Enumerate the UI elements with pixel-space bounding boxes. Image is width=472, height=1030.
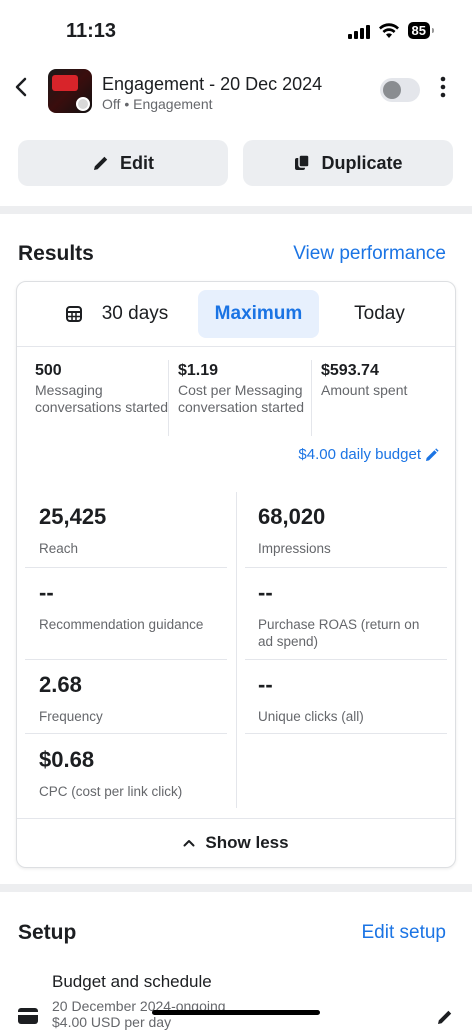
edit-button[interactable]: Edit (18, 140, 228, 186)
setup-item-budget: $4.00 USD per day (52, 1014, 172, 1030)
metric-label: Amount spent (321, 382, 408, 398)
duplicate-icon (295, 154, 311, 170)
calendar-icon (65, 306, 82, 322)
more-vertical-icon[interactable] (440, 76, 446, 103)
status-time: 11:13 (66, 20, 117, 42)
metric-label: Impressions (258, 541, 331, 556)
metric-value: 68,020 (258, 504, 326, 529)
show-less-button[interactable]: Show less (17, 818, 455, 867)
edit-setup-link[interactable]: Edit setup (362, 922, 447, 944)
metric-impressions: 68,020 Impressions (258, 504, 458, 557)
campaign-title: Engagement - 20 Dec 2024 (102, 74, 323, 94)
metric-value: -- (39, 580, 54, 605)
metric-value: $0.68 (39, 747, 95, 772)
range-divider (17, 346, 455, 347)
battery-indicator: 85 (407, 22, 435, 39)
metric-label: Cost per Messaging conversation started (178, 382, 305, 415)
setup-title: Setup (18, 921, 77, 944)
status-dot (76, 97, 90, 111)
pencil-icon (94, 156, 108, 170)
top-metric: $593.74 Amount spent (321, 362, 456, 399)
row-divider (245, 733, 447, 734)
campaign-subtitle: Off • Engagement (102, 96, 213, 112)
budget-schedule-item[interactable]: Budget and schedule 20 December 2024-ong… (52, 972, 226, 1030)
metric-label: Reach (39, 541, 79, 556)
back-chevron-icon[interactable] (14, 76, 28, 102)
campaign-thumbnail[interactable] (48, 69, 92, 113)
metric-value: 2.68 (39, 672, 82, 697)
metric-label: CPC (cost per link click) (39, 784, 183, 799)
section-divider (0, 206, 472, 214)
metric-value: $1.19 (178, 362, 219, 379)
results-title: Results (18, 242, 94, 265)
duplicate-button[interactable]: Duplicate (243, 140, 453, 186)
chevron-up-icon (183, 840, 195, 847)
pencil-icon (426, 447, 439, 461)
metric-value: -- (258, 580, 273, 605)
range-maximum[interactable]: Maximum (198, 290, 319, 338)
range-30-days[interactable]: 30 days (37, 290, 197, 338)
metric-unique-clicks: -- Unique clicks (all) (258, 672, 458, 725)
signal-icon (347, 23, 370, 39)
metric-label: Unique clicks (all) (258, 709, 364, 724)
metric-value: $593.74 (321, 362, 379, 379)
metric-label: Purchase ROAS (return on ad spend) (258, 617, 420, 649)
metric-cpc: $0.68 CPC (cost per link click) (39, 747, 239, 800)
range-today[interactable]: Today (327, 290, 432, 338)
campaign-objective: Engagement (133, 96, 213, 112)
row-divider (25, 567, 227, 568)
edit-button-label: Edit (120, 152, 154, 173)
row-divider (245, 659, 447, 660)
metric-separator (168, 360, 169, 436)
show-less-label: Show less (205, 833, 289, 852)
metric-label: Frequency (39, 709, 103, 724)
campaign-header: Engagement - 20 Dec 2024 Off • Engagemen… (0, 64, 472, 120)
results-card: 30 days Maximum Today 500 Messaging conv… (16, 281, 456, 868)
top-metric: 500 Messaging conversations started (35, 362, 170, 416)
daily-budget-link[interactable]: $4.00 daily budget (298, 446, 439, 463)
subtitle-separator: • (124, 96, 130, 112)
metric-frequency: 2.68 Frequency (39, 672, 239, 725)
metric-value: 500 (35, 362, 62, 379)
row-divider (245, 567, 447, 568)
metric-purchase-roas: -- Purchase ROAS (return on ad spend) (258, 580, 438, 650)
date-range-selector: 30 days Maximum Today (17, 282, 455, 346)
range-30-days-label: 30 days (101, 303, 169, 324)
daily-budget-label: $4.00 daily budget (298, 446, 421, 463)
campaign-toggle[interactable] (380, 78, 420, 102)
metric-value: -- (258, 672, 273, 697)
metric-recommendation-guidance: -- Recommendation guidance (39, 580, 239, 633)
metric-reach: 25,425 Reach (39, 504, 239, 557)
metric-label: Messaging conversations started (35, 382, 169, 415)
metric-label: Recommendation guidance (39, 617, 204, 632)
home-indicator (152, 1010, 320, 1015)
pencil-icon[interactable] (436, 1008, 454, 1026)
setup-item-title: Budget and schedule (52, 972, 212, 991)
wifi-icon (378, 22, 399, 38)
row-divider (25, 659, 227, 660)
view-performance-link[interactable]: View performance (293, 243, 446, 265)
status-icons: 85 (347, 22, 435, 39)
credit-card-icon (18, 1008, 38, 1024)
top-metric: $1.19 Cost per Messaging conversation st… (178, 362, 313, 416)
toggle-knob (383, 81, 401, 99)
duplicate-button-label: Duplicate (321, 152, 403, 173)
metric-value: 25,425 (39, 504, 107, 529)
section-divider (0, 884, 472, 892)
row-divider (25, 733, 227, 734)
campaign-status: Off (102, 96, 121, 112)
metric-separator (311, 360, 312, 436)
status-bar: 11:13 85 (0, 0, 472, 60)
